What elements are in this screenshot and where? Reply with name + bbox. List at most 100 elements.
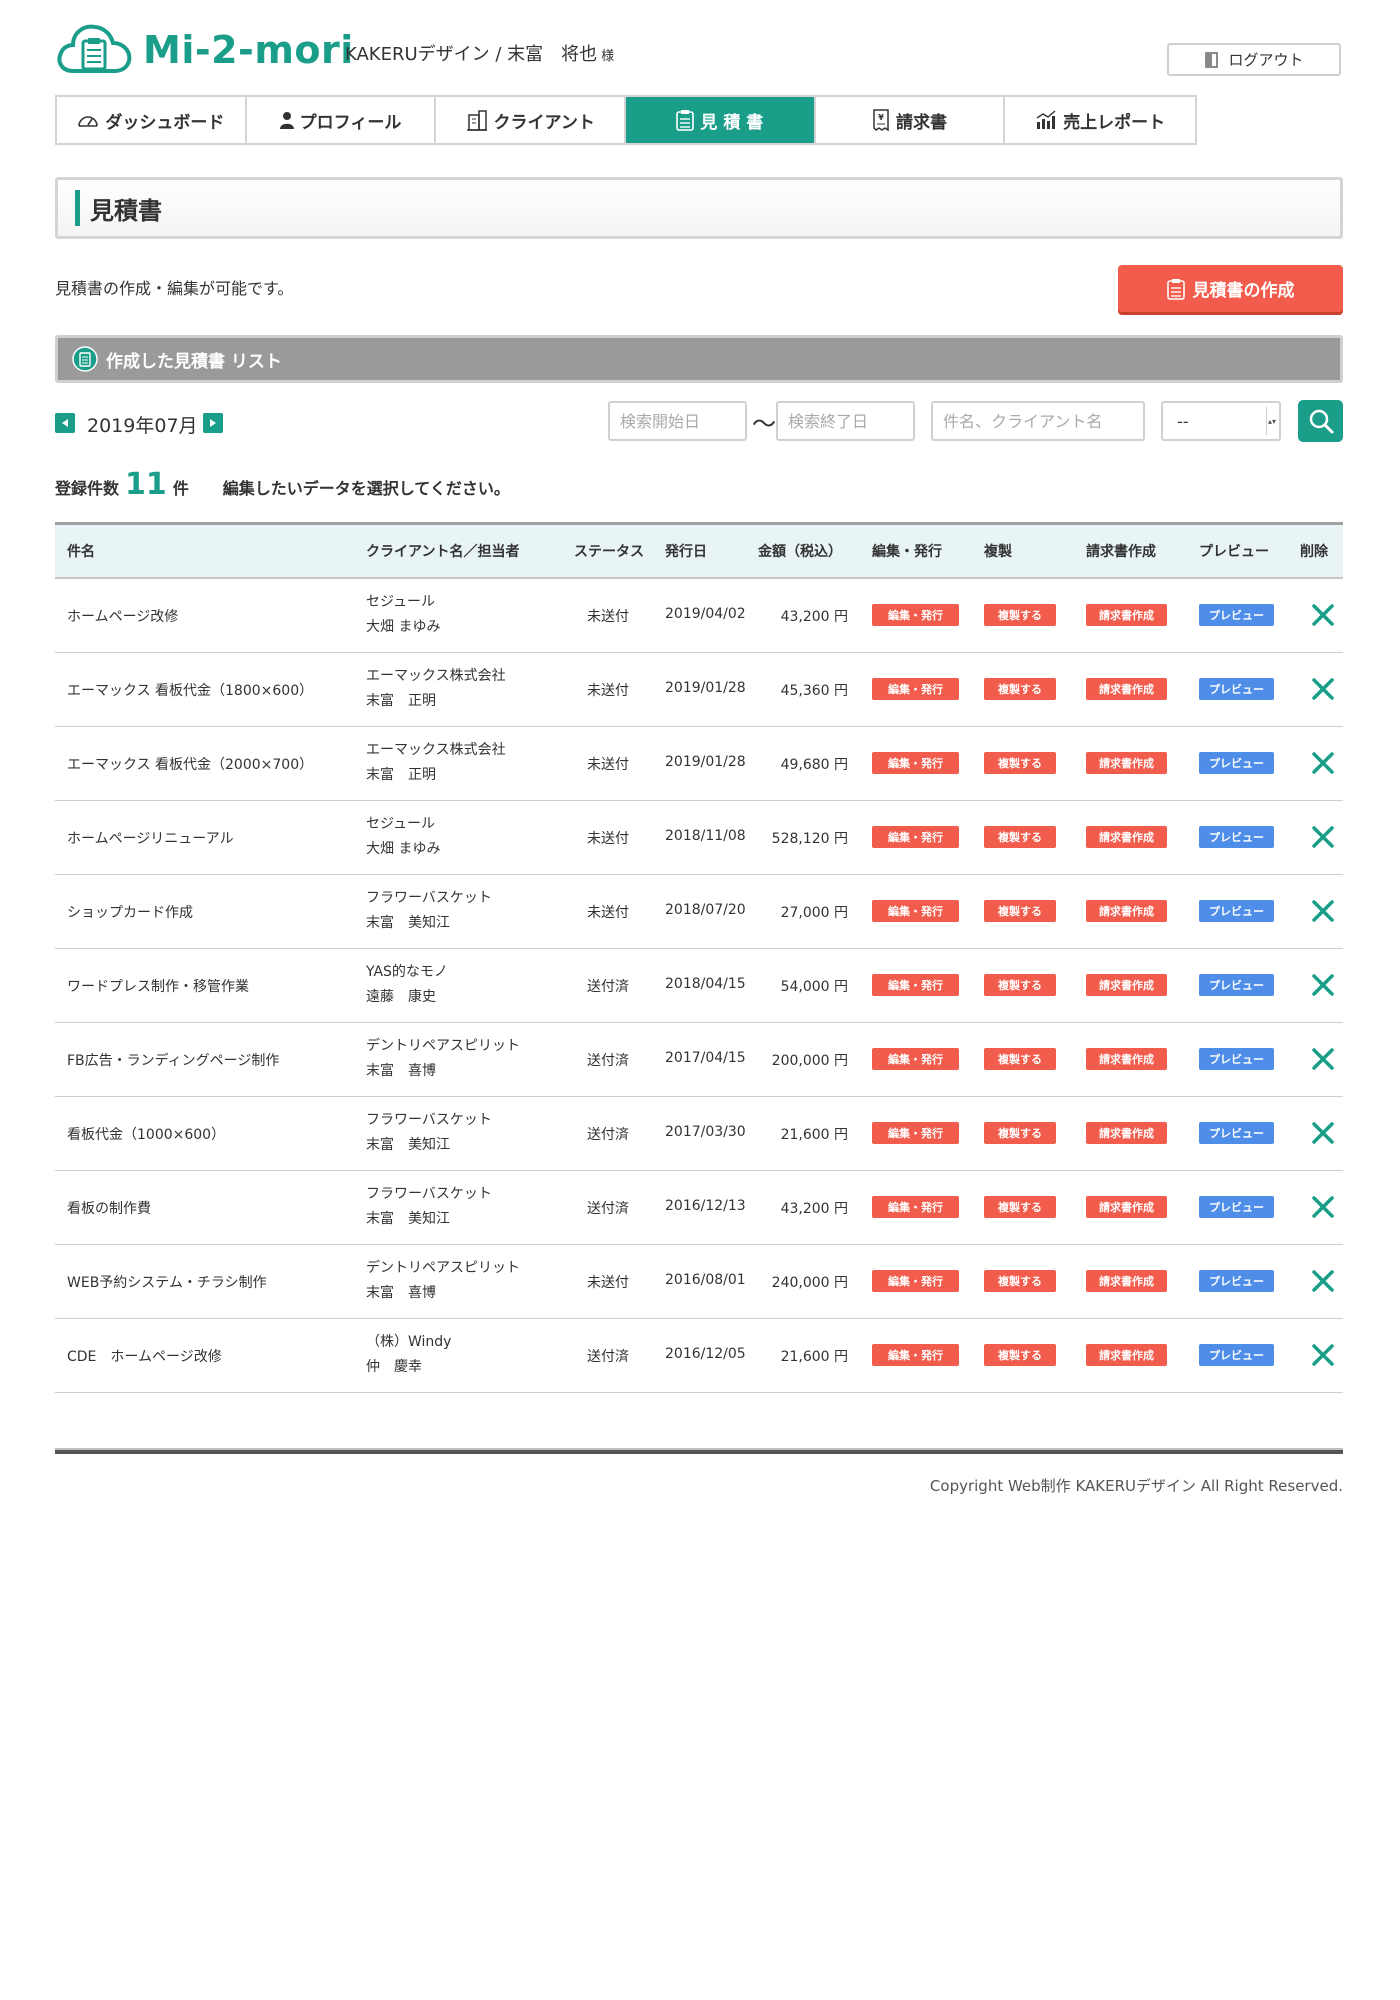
prev-month-button[interactable] [55,413,75,433]
nav-dashboard[interactable]: ダッシュボード [57,97,247,143]
preview-button[interactable]: プレビュー [1199,900,1274,922]
edit-issue-button[interactable]: 編集・発行 [872,1270,959,1292]
copy-button[interactable]: 複製する [984,752,1056,774]
preview-button[interactable]: プレビュー [1199,826,1274,848]
next-month-button[interactable] [203,413,223,433]
create-invoice-button[interactable]: 請求書作成 [1086,1344,1167,1366]
create-invoice-button[interactable]: 請求書作成 [1086,1048,1167,1070]
edit-issue-button[interactable]: 編集・発行 [872,900,959,922]
logout-button[interactable]: ログアウト [1167,43,1341,76]
copy-button[interactable]: 複製する [984,826,1056,848]
delete-x-icon[interactable] [1310,676,1336,702]
preview-button[interactable]: プレビュー [1199,1122,1274,1144]
delete-x-icon[interactable] [1310,1268,1336,1294]
create-invoice-button[interactable]: 請求書作成 [1086,826,1167,848]
nav-estimate[interactable]: 見 積 書 [626,97,816,143]
row-client-name: フラワーバスケット [366,1186,492,1202]
nav-client[interactable]: クライアント [436,97,627,143]
delete-x-icon[interactable] [1310,1046,1336,1072]
keyword-search-input[interactable] [931,401,1145,441]
edit-issue-button[interactable]: 編集・発行 [872,604,959,626]
table-row[interactable]: CDE ホームページ改修 （株）Windy 仲 慶幸 送付済 2016/12/0… [55,1319,1343,1393]
preview-button[interactable]: プレビュー [1199,1196,1274,1218]
copy-button[interactable]: 複製する [984,604,1056,626]
table-row[interactable]: 看板代金（1000×600） フラワーバスケット 末富 美知江 送付済 2017… [55,1097,1343,1171]
create-invoice-button[interactable]: 請求書作成 [1086,1270,1167,1292]
select-instruction: 編集したいデータを選択してください。 [222,479,510,498]
preview-button[interactable]: プレビュー [1199,1048,1274,1070]
delete-x-icon[interactable] [1310,1120,1336,1146]
edit-issue-button[interactable]: 編集・発行 [872,826,959,848]
copy-button[interactable]: 複製する [984,1270,1056,1292]
create-estimate-button[interactable]: 見積書の作成 [1118,265,1343,312]
edit-issue-button[interactable]: 編集・発行 [872,1196,959,1218]
delete-x-icon[interactable] [1310,824,1336,850]
table-row[interactable]: エーマックス 看板代金（1800×600） エーマックス株式会社 末富 正明 未… [55,653,1343,727]
delete-x-icon[interactable] [1310,898,1336,924]
delete-x-icon[interactable] [1310,972,1336,998]
date-range-separator: 〜 [752,410,776,438]
delete-x-icon[interactable] [1310,1342,1336,1368]
app-logo[interactable]: Mi-2-mori [55,20,355,80]
row-amount: 200,000 円 [771,1053,848,1069]
table-row[interactable]: ワードプレス制作・移管作業 YAS的なモノ 遠藤 康史 送付済 2018/04/… [55,949,1343,1023]
preview-button[interactable]: プレビュー [1199,974,1274,996]
create-invoice-button[interactable]: 請求書作成 [1086,1122,1167,1144]
create-invoice-button[interactable]: 請求書作成 [1086,1196,1167,1218]
delete-x-icon[interactable] [1310,750,1336,776]
search-end-date-input[interactable] [776,401,915,441]
copy-button[interactable]: 複製する [984,900,1056,922]
edit-issue-button[interactable]: 編集・発行 [872,1122,959,1144]
row-status: 未送付 [587,905,629,921]
preview-button[interactable]: プレビュー [1199,1270,1274,1292]
copy-button[interactable]: 複製する [984,974,1056,996]
copy-button[interactable]: 複製する [984,678,1056,700]
table-row[interactable]: 看板の制作費 フラワーバスケット 末富 美知江 送付済 2016/12/13 4… [55,1171,1343,1245]
col-header-amount: 金額（税込） [758,544,842,560]
col-header-date: 発行日 [665,544,707,560]
row-date: 2018/04/15 [665,976,746,992]
count-number: 11 [125,467,167,502]
nav-profile[interactable]: プロフィール [246,97,437,143]
copy-button[interactable]: 複製する [984,1048,1056,1070]
copy-button[interactable]: 複製する [984,1344,1056,1366]
triangle-left-icon [62,419,68,427]
preview-button[interactable]: プレビュー [1199,752,1274,774]
row-client-person: 大畑 まゆみ [366,841,441,857]
preview-button[interactable]: プレビュー [1199,678,1274,700]
create-invoice-button[interactable]: 請求書作成 [1086,604,1167,626]
preview-button[interactable]: プレビュー [1199,604,1274,626]
copy-button[interactable]: 複製する [984,1122,1056,1144]
delete-x-icon[interactable] [1310,602,1336,628]
row-client-name: デントリペアスピリット [366,1260,520,1276]
delete-x-icon[interactable] [1310,1194,1336,1220]
edit-issue-button[interactable]: 編集・発行 [872,1344,959,1366]
row-date: 2018/11/08 [665,828,746,844]
table-row[interactable]: ホームページ改修 セジュール 大畑 まゆみ 未送付 2019/04/02 43,… [55,579,1343,653]
create-invoice-button[interactable]: 請求書作成 [1086,974,1167,996]
status-select[interactable]: -- ▴▾ [1161,401,1281,441]
create-invoice-button[interactable]: 請求書作成 [1086,752,1167,774]
search-button[interactable] [1298,400,1343,442]
table-row[interactable]: エーマックス 看板代金（2000×700） エーマックス株式会社 末富 正明 未… [55,727,1343,801]
col-header-name: 件名 [67,544,95,560]
copy-button[interactable]: 複製する [984,1196,1056,1218]
preview-button[interactable]: プレビュー [1199,1344,1274,1366]
table-row[interactable]: ホームページリニューアル セジュール 大畑 まゆみ 未送付 2018/11/08… [55,801,1343,875]
table-row[interactable]: WEB予約システム・チラシ制作 デントリペアスピリット 末富 喜博 未送付 20… [55,1245,1343,1319]
row-amount: 240,000 円 [771,1275,848,1291]
table-row[interactable]: FB広告・ランディングページ制作 デントリペアスピリット 末富 喜博 送付済 2… [55,1023,1343,1097]
row-client: デントリペアスピリット 末富 喜博 [366,1256,520,1306]
create-invoice-button[interactable]: 請求書作成 [1086,678,1167,700]
create-invoice-button[interactable]: 請求書作成 [1086,900,1167,922]
search-start-date-input[interactable] [608,401,747,441]
nav-report[interactable]: 売上レポート [1005,97,1196,143]
edit-issue-button[interactable]: 編集・発行 [872,1048,959,1070]
row-amount: 43,200 円 [780,609,848,625]
edit-issue-button[interactable]: 編集・発行 [872,678,959,700]
record-count: 登録件数 11 件 編集したいデータを選択してください。 [55,467,510,502]
table-row[interactable]: ショップカード作成 フラワーバスケット 末富 美知江 未送付 2018/07/2… [55,875,1343,949]
nav-invoice[interactable]: ¥ 請求書 [815,97,1006,143]
edit-issue-button[interactable]: 編集・発行 [872,752,959,774]
edit-issue-button[interactable]: 編集・発行 [872,974,959,996]
